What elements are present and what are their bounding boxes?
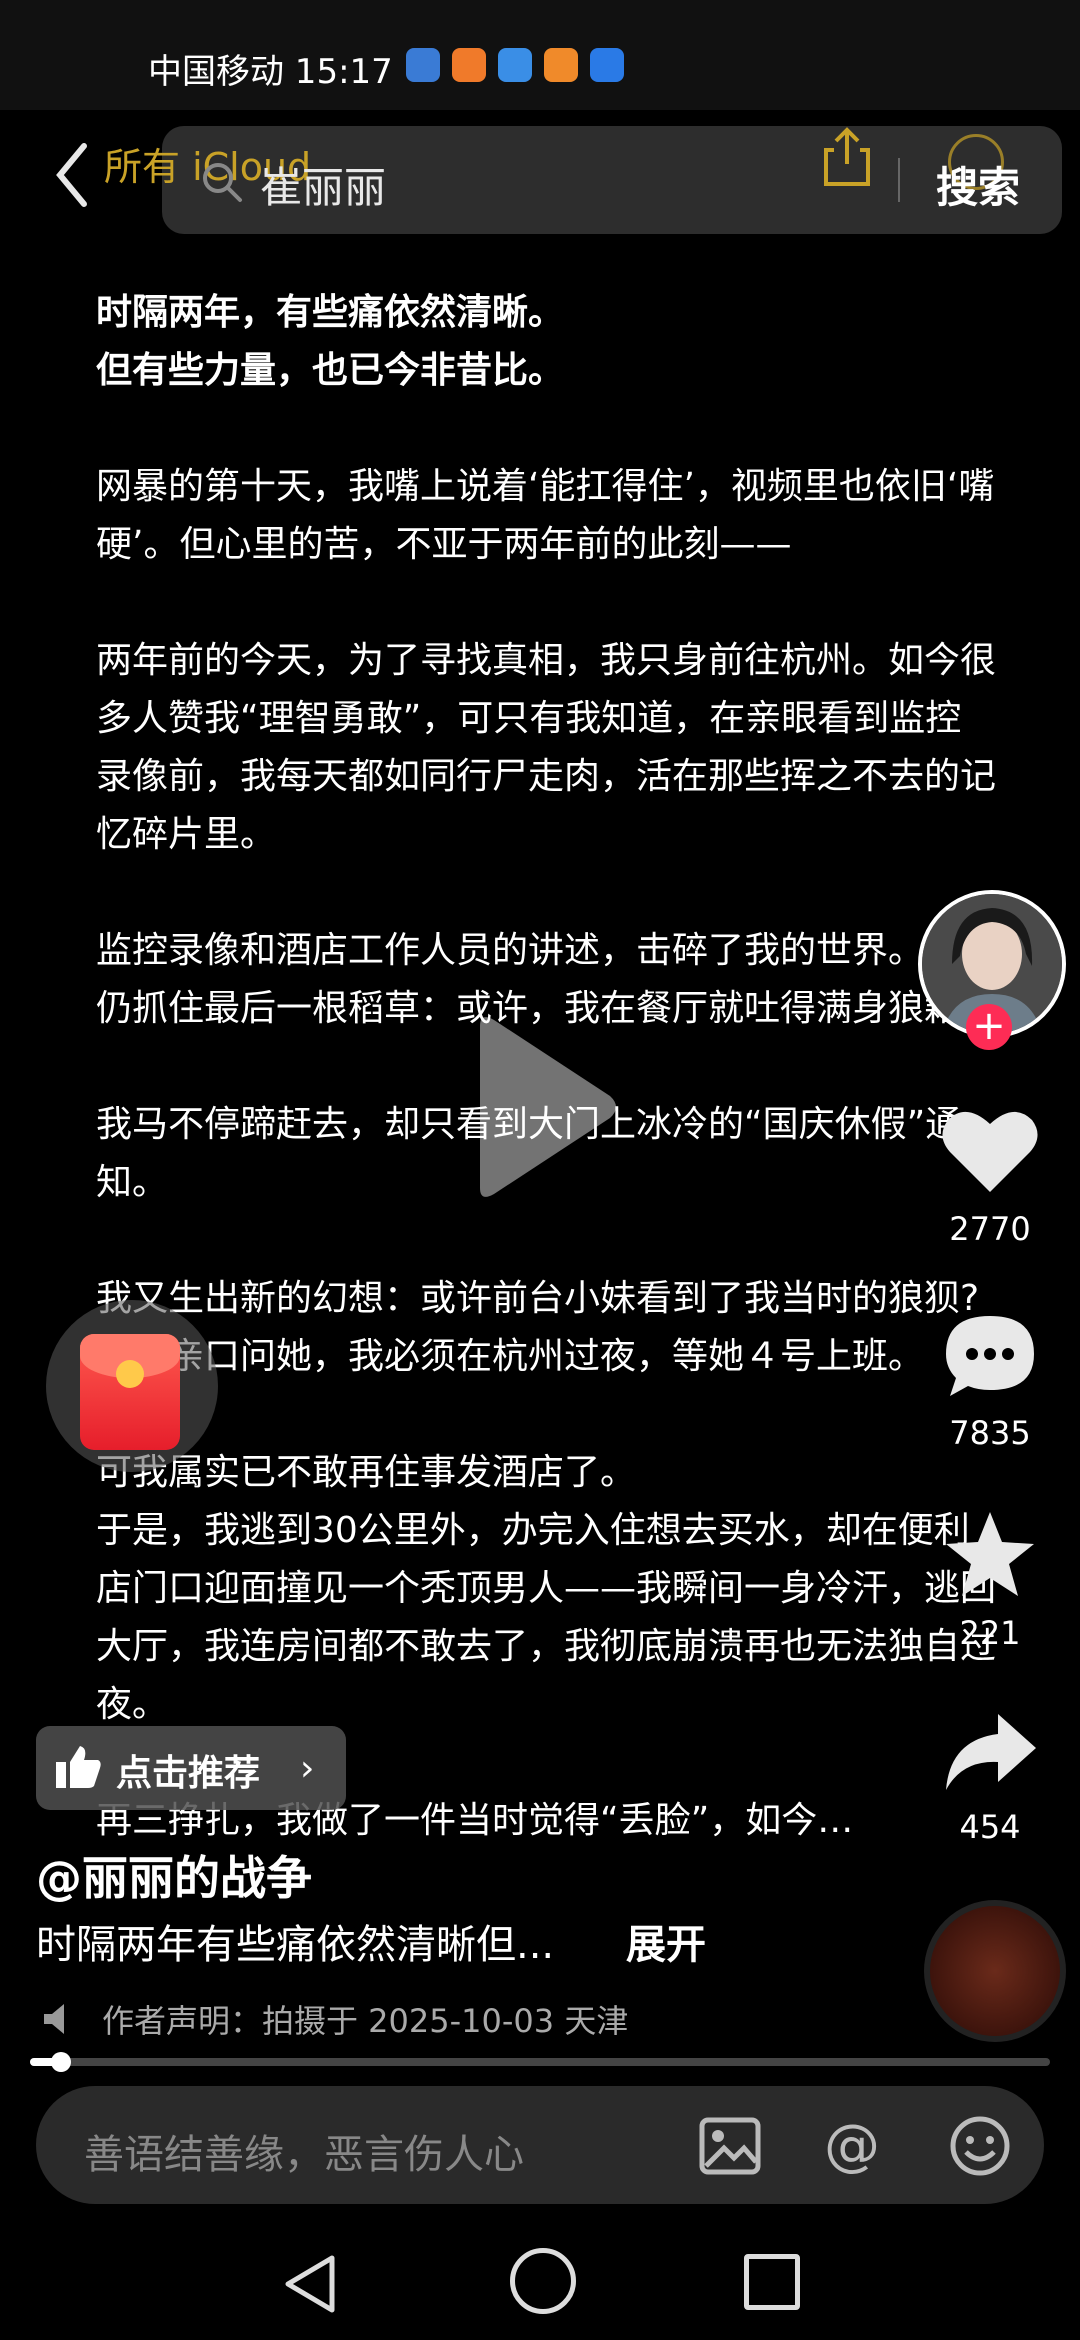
search-button[interactable]: 搜索 — [936, 154, 1020, 215]
app-icon — [544, 48, 578, 82]
comment-input[interactable]: 善语结善缘，恶言伤人心 — [84, 2122, 524, 2180]
star-icon[interactable] — [940, 1510, 1040, 1600]
thumbs-up-icon — [56, 1746, 101, 1788]
article-paragraph: 可我属实已不敢再住事发酒店了。 于是，我逃到30公里外，办完入住想去买水，却在便… — [96, 1452, 997, 1725]
chevron-right-icon: › — [300, 1748, 315, 1789]
favorite-count: 221 — [959, 1614, 1021, 1652]
app-icon — [498, 48, 532, 82]
emoji-icon[interactable] — [948, 2114, 1012, 2178]
article-paragraph: 我又生出新的幻想：或许前台小妹看到了我当时的狼狈?为了亲口问她，我必须在杭州过夜… — [96, 1278, 980, 1377]
comment-icon[interactable] — [940, 1310, 1040, 1400]
comment-count: 7835 — [949, 1414, 1031, 1452]
progress-track[interactable] — [30, 2058, 1050, 2066]
status-app-icons — [406, 48, 624, 82]
divider — [898, 158, 900, 202]
svg-text:@: @ — [824, 2114, 880, 2178]
speaker-icon — [44, 2004, 64, 2034]
music-disc[interactable] — [924, 1900, 1066, 2042]
post-description: 时隔两年有些痛依然清晰但... — [36, 1922, 555, 1968]
back-chevron-icon[interactable] — [52, 140, 92, 210]
heart-icon[interactable] — [940, 1106, 1040, 1196]
carrier-time: 中国移动 15:17 — [148, 52, 393, 92]
share-icon[interactable] — [820, 126, 874, 188]
article-paragraph: 两年前的今天，为了寻找真相，我只身前往杭州。如今很多人赞我“理智勇敢”，可只有我… — [96, 640, 997, 855]
like-count: 2770 — [949, 1210, 1031, 1248]
app-icon — [590, 48, 624, 82]
share-count: 454 — [959, 1808, 1021, 1846]
author-name[interactable]: @丽丽的战争 — [36, 1842, 312, 1908]
recommend-label: 点击推荐 — [116, 1753, 261, 1794]
share-arrow-icon[interactable] — [940, 1706, 1040, 1796]
follow-plus-button[interactable]: + — [966, 1004, 1012, 1050]
app-icon — [406, 48, 440, 82]
article-paragraph: 网暴的第十天，我嘴上说着‘能扛得住’，视频里也依旧‘嘴硬’。但心里的苦，不亚于两… — [96, 466, 995, 565]
search-input[interactable]: 崔丽丽 — [260, 154, 386, 215]
mention-icon[interactable]: @ — [820, 2114, 884, 2178]
red-packet-coin — [116, 1360, 144, 1388]
progress-handle[interactable] — [51, 2052, 71, 2072]
author-declaration: 作者声明：拍摄于 2025-10-03 天津 — [102, 2002, 629, 2040]
nav-back-icon[interactable] — [280, 2252, 340, 2316]
app-icon — [452, 48, 486, 82]
search-icon — [203, 163, 242, 202]
nav-recents-icon[interactable] — [744, 2254, 800, 2310]
article-paragraph: 时隔两年，有些痛依然清晰。 但有些力量，也已今非昔比。 — [96, 292, 565, 391]
play-icon[interactable] — [460, 1012, 620, 1202]
image-icon[interactable] — [698, 2114, 762, 2178]
expand-button[interactable]: 展开 — [626, 1912, 706, 1970]
nav-home-icon[interactable] — [510, 2248, 576, 2314]
